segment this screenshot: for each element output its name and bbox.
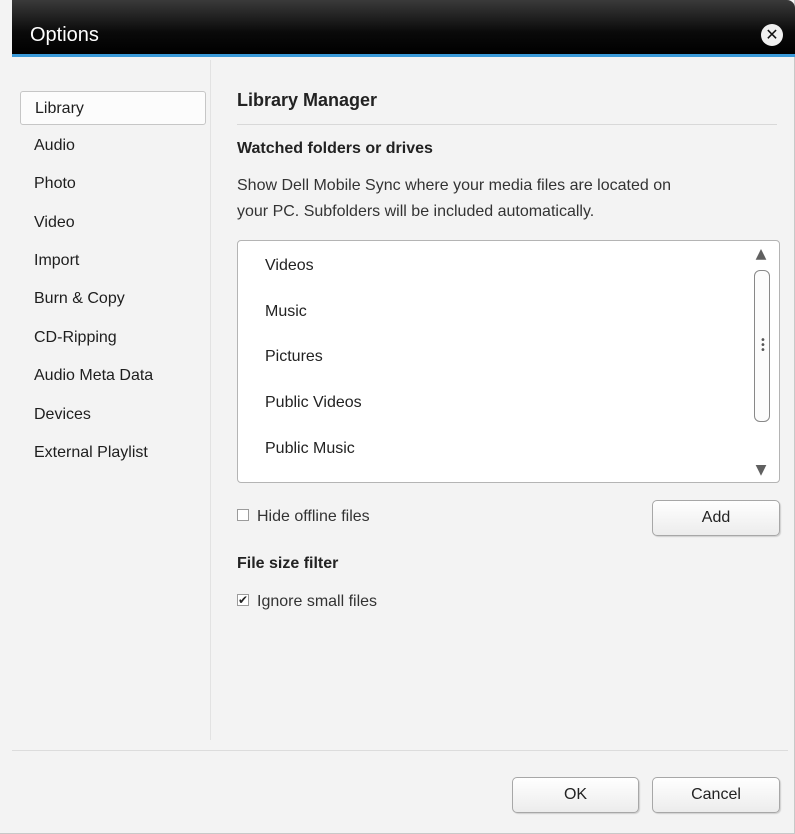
list-item[interactable]: Music [265,303,307,321]
description-line: Show Dell Mobile Sync where your media f… [237,177,671,194]
cancel-button[interactable]: Cancel [652,777,780,813]
watched-folders-heading: Watched folders or drives [237,140,433,157]
ignore-small-checkbox[interactable]: ✔ [237,593,249,606]
list-item[interactable]: Public Videos [265,394,362,412]
title-divider [237,124,777,125]
options-dialog: Options ✕ Library Audio Photo Video Impo… [0,0,795,834]
hide-offline-checkbox[interactable] [237,508,249,521]
sidebar-item-cd-ripping[interactable]: CD-Ripping [20,321,206,355]
hide-offline-label: Hide offline files [257,508,370,525]
description-line: your PC. Subfolders will be included aut… [237,203,595,220]
list-item[interactable]: Public Music [265,440,355,458]
sidebar-item-library[interactable]: Library [20,91,206,125]
list-item[interactable]: Videos [265,257,314,275]
scroll-up-icon[interactable]: ▲ [753,246,769,262]
scrollbar-thumb[interactable]: • • • [754,270,770,422]
ignore-small-option[interactable]: ✔ Ignore small files [237,593,377,611]
list-item[interactable]: Pictures [265,348,323,366]
sidebar-item-devices[interactable]: Devices [20,398,206,432]
ignore-small-label: Ignore small files [257,593,378,610]
section-title: Library Manager [237,90,378,110]
grip-icon: • • • [760,335,766,356]
hide-offline-option[interactable]: Hide offline files [237,508,370,526]
sidebar-item-import[interactable]: Import [20,244,206,278]
title-bar[interactable]: Options ✕ [12,0,795,57]
watched-folders-list[interactable]: Videos Music Pictures Public Videos Publ… [237,240,780,483]
sidebar: Library Audio Photo Video Import Burn & … [12,60,211,740]
close-icon[interactable]: ✕ [761,24,783,46]
sidebar-item-audio[interactable]: Audio [20,129,206,163]
sidebar-item-external-playlist[interactable]: External Playlist [20,436,206,470]
add-button[interactable]: Add [652,500,780,536]
footer-divider [12,750,788,751]
watched-folders-description: Show Dell Mobile Sync where your media f… [237,173,777,225]
sidebar-item-video[interactable]: Video [20,206,206,240]
scroll-down-icon[interactable]: ▼ [753,462,769,478]
sidebar-item-audio-meta-data[interactable]: Audio Meta Data [20,359,206,393]
sidebar-item-burn-copy[interactable]: Burn & Copy [20,282,206,316]
window-title: Options [30,24,99,46]
ok-button[interactable]: OK [512,777,639,813]
file-size-filter-heading: File size filter [237,555,339,572]
sidebar-item-photo[interactable]: Photo [20,167,206,201]
